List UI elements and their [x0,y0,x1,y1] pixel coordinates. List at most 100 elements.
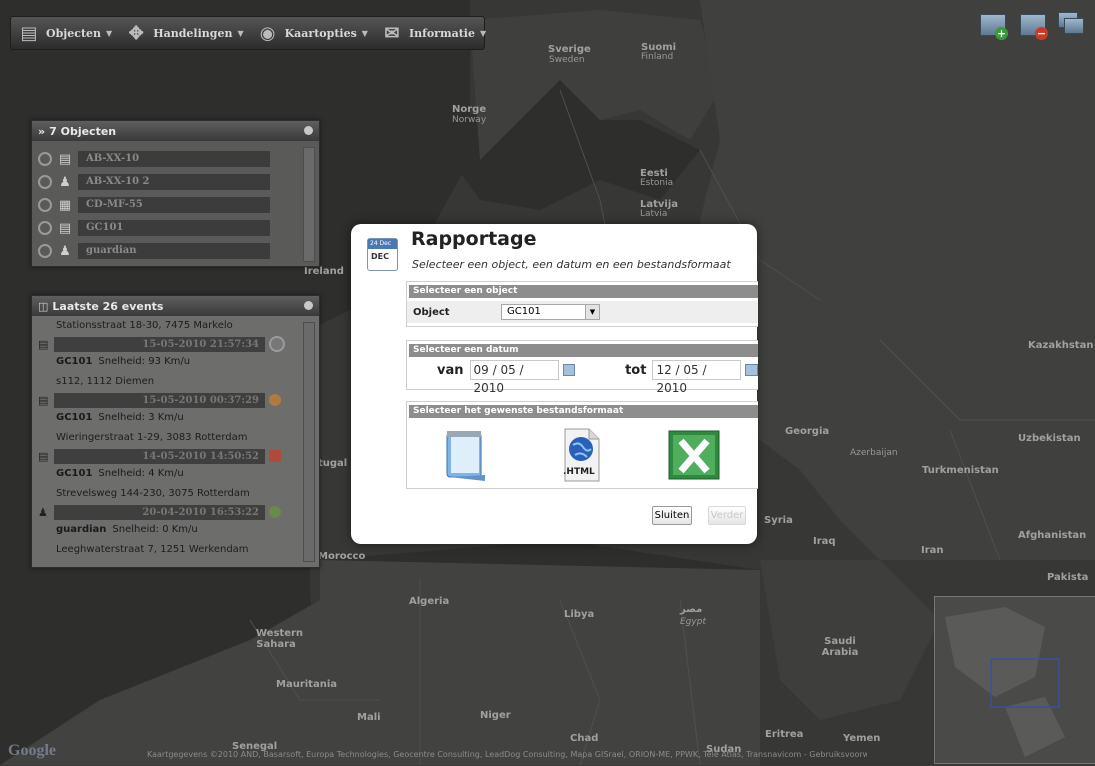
report-dialog: 24 Dec DEC Rapportage Selecteer een obje… [351,224,758,544]
menu-handelingen[interactable]: ✥ Handelingen ▼ [118,17,249,49]
menu-handelingen-label: Handelingen [153,26,233,40]
chevron-down-icon: ▼ [479,28,487,38]
event-datetime: 14-05-2010 14:50:52 [54,448,265,464]
object-label: Object [413,306,450,318]
add-window-button[interactable]: + [978,12,1008,40]
format-section-heading: Selecteer het gewenste bestandsformaat [409,405,758,418]
objects-panel-header[interactable]: » 7 Objecten [32,121,319,141]
radio-icon[interactable] [38,198,52,212]
event-detail: GC101 Snelheid: 3 Km/u [32,408,319,428]
events-scrollbar[interactable] [303,322,315,562]
dialog-title: Rapportage [411,228,537,250]
event-speed: Snelheid: 4 Km/u [98,468,184,479]
menu-informatie[interactable]: ✉ Informatie ▼ [374,17,492,49]
chevron-down-icon[interactable]: ▼ [585,305,599,319]
truck-icon: ▦ [58,197,72,213]
calendar-icon-top: 24 Dec [368,239,397,249]
object-row[interactable]: ♟ AB-XX-10 2 [38,172,319,192]
car-icon: ▤ [38,337,49,351]
events-panel: ◫ Laatste 26 events Stationsstraat 18-30… [31,295,320,568]
people-icon: ♟ [59,174,71,190]
event-address: s112, 1112 Diemen [56,376,155,387]
event-address: Strevelsweg 144-230, 3075 Rotterdam [56,488,250,499]
event-datetime: 15-05-2010 00:37:29 [54,392,265,408]
objects-panel: » 7 Objecten ▤ AB-XX-10 ♟ AB-XX-10 2 ▦ C… [31,120,320,267]
object-name: GC101 [78,220,270,236]
event-detail: GC101 Snelheid: 4 Km/u [32,464,319,484]
person-icon: ♟ [38,505,48,519]
radio-icon[interactable] [38,152,52,166]
object-name: AB-XX-10 [78,151,270,167]
dialog-subtitle: Selecteer een object, een datum en een b… [412,258,731,271]
events-panel-title: Laatste 26 events [52,299,164,313]
object-row[interactable]: ▤ AB-XX-10 [38,149,319,169]
menu-informatie-label: Informatie [408,26,475,40]
html-format-button[interactable]: .HTML [559,427,605,483]
object-row[interactable]: ♟ guardian [38,241,319,261]
event-header[interactable]: ▤ 14-05-2010 14:50:52 [38,448,319,464]
event-header[interactable]: ♟ 20-04-2010 16:53:22 [38,504,319,520]
excel-format-button[interactable] [667,427,721,483]
menu-kaartopties-label: Kaartopties [284,26,357,40]
event-object: GC101 [56,356,93,367]
collapse-icon: » [38,124,46,138]
event-datetime: 15-05-2010 21:57:34 [54,336,265,352]
event-object: GC101 [56,468,93,479]
to-date-input[interactable]: 12 / 05 / 2010 [652,360,742,395]
main-toolbar: ▤ Objecten ▼ ✥ Handelingen ▼ ◉ Kaartopti… [10,16,486,50]
date-section: Selecteer een datum van 09 / 05 / 2010 t… [406,340,758,395]
excel-icon [668,430,720,480]
events-panel-header[interactable]: ◫ Laatste 26 events [32,296,319,316]
remove-window-button[interactable]: − [1018,12,1048,40]
event-detail: GC101 Snelheid: 93 Km/u [32,352,319,372]
car-icon: ▤ [58,220,72,236]
event-header[interactable]: ▤ 15-05-2010 21:57:34 [38,336,319,352]
overview-map[interactable] [934,596,1095,764]
menu-objecten[interactable]: ▤ Objecten ▼ [11,17,118,49]
car-icon: ▤ [38,393,49,407]
text-format-button[interactable] [439,427,491,483]
radio-icon[interactable] [38,175,52,189]
radio-icon[interactable] [38,221,52,235]
alarm-icon [269,450,281,462]
close-icon[interactable] [304,126,313,135]
chevron-down-icon: ▼ [361,28,368,38]
info-icon: ✉ [384,22,400,44]
globe-icon: ◉ [259,22,276,44]
plus-icon: + [995,27,1008,40]
object-select[interactable]: GC101 ▼ [501,304,600,320]
notepad-icon [446,431,485,481]
radio-icon[interactable] [38,244,52,258]
actions-icon: ✥ [128,22,144,44]
calendar-icon[interactable] [562,364,576,376]
objects-panel-title: 7 Objecten [49,124,117,138]
object-row[interactable]: ▤ GC101 [38,218,319,238]
car-icon: ▤ [20,22,38,44]
object-name: guardian [78,243,270,259]
objects-scrollbar[interactable] [303,147,315,262]
close-icon[interactable] [304,301,313,310]
event-header[interactable]: ▤ 15-05-2010 00:37:29 [38,392,319,408]
minus-icon: − [1035,27,1048,40]
clipboard-icon: ◫ [38,299,49,313]
menu-objecten-label: Objecten [46,26,102,40]
close-button[interactable]: Sluiten [652,506,692,525]
from-date-input[interactable]: 09 / 05 / 2010 [469,360,559,395]
event-speed: Snelheid: 93 Km/u [98,356,191,367]
next-button[interactable]: Verder [708,506,746,525]
car-icon: ▤ [58,151,72,167]
to-label: tot [625,362,647,378]
calendar-icon[interactable] [745,364,758,376]
menu-kaartopties[interactable]: ◉ Kaartopties ▼ [250,17,374,49]
car-icon: ▤ [38,449,49,463]
object-row[interactable]: ▦ CD-MF-55 [38,195,319,215]
event-address: Wieringerstraat 1-29, 3083 Rotterdam [56,432,248,443]
format-section: Selecteer het gewenste bestandsformaat .… [406,401,758,489]
object-section-heading: Selecteer een object [409,285,758,298]
event-speed: Snelheid: 0 Km/u [112,524,198,535]
object-section: Selecteer een object Object GC101 ▼ [406,281,758,327]
cascade-windows-button[interactable] [1058,12,1086,38]
date-section-heading: Selecteer een datum [409,344,758,357]
person-icon: ♟ [59,243,71,259]
calendar-icon: 24 Dec DEC [367,238,398,271]
